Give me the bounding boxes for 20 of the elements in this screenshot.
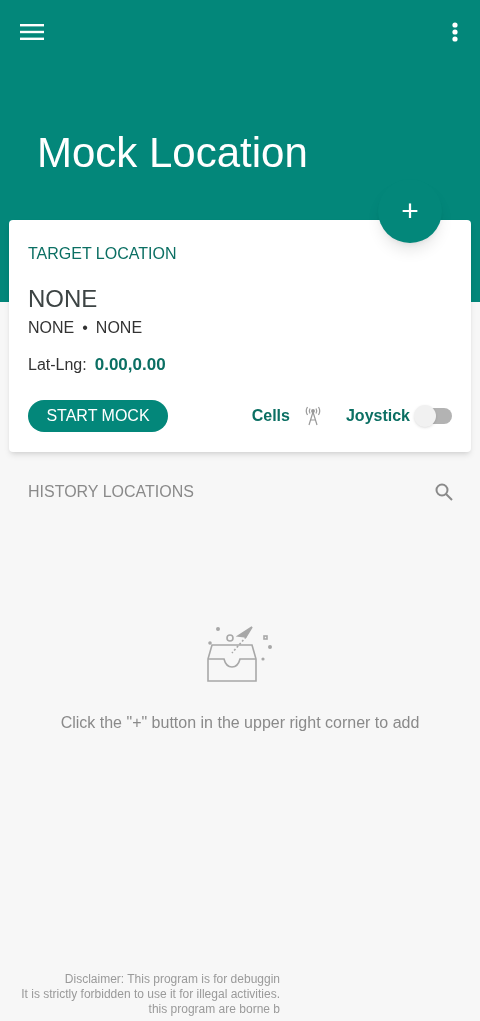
latlng-value: 0.00,0.00 [94, 354, 166, 376]
history-heading: HISTORY LOCATIONS [28, 481, 194, 502]
page-title: Mock Location [37, 132, 309, 174]
joystick-switch[interactable] [414, 404, 452, 427]
separator-dot: • [82, 318, 88, 338]
disclaimer-text: Disclaimer: This program is for debuggin [64, 972, 280, 987]
search-icon[interactable] [434, 481, 454, 502]
locality-text: NONE [95, 318, 143, 338]
card-heading: TARGET LOCATION [28, 244, 178, 264]
start-mock-button[interactable]: START MOCK [28, 399, 168, 432]
disclaimer-text: It is strictly forbidden to use it for illegal activities. [21, 987, 280, 1002]
region-text: NONE [28, 318, 75, 338]
disclaimer-text: this program are borne b [148, 1002, 280, 1017]
location-name: NONE [28, 284, 99, 314]
empty-message: Click the "+" button in the upper right corner to add [60, 712, 420, 733]
cells-button[interactable]: Cells [251, 403, 290, 428]
antenna-icon[interactable] [303, 405, 322, 426]
joystick-label: Joystick [345, 405, 410, 426]
more-options-icon[interactable] [450, 21, 460, 43]
latlng-label: Lat-Lng: [28, 355, 87, 375]
